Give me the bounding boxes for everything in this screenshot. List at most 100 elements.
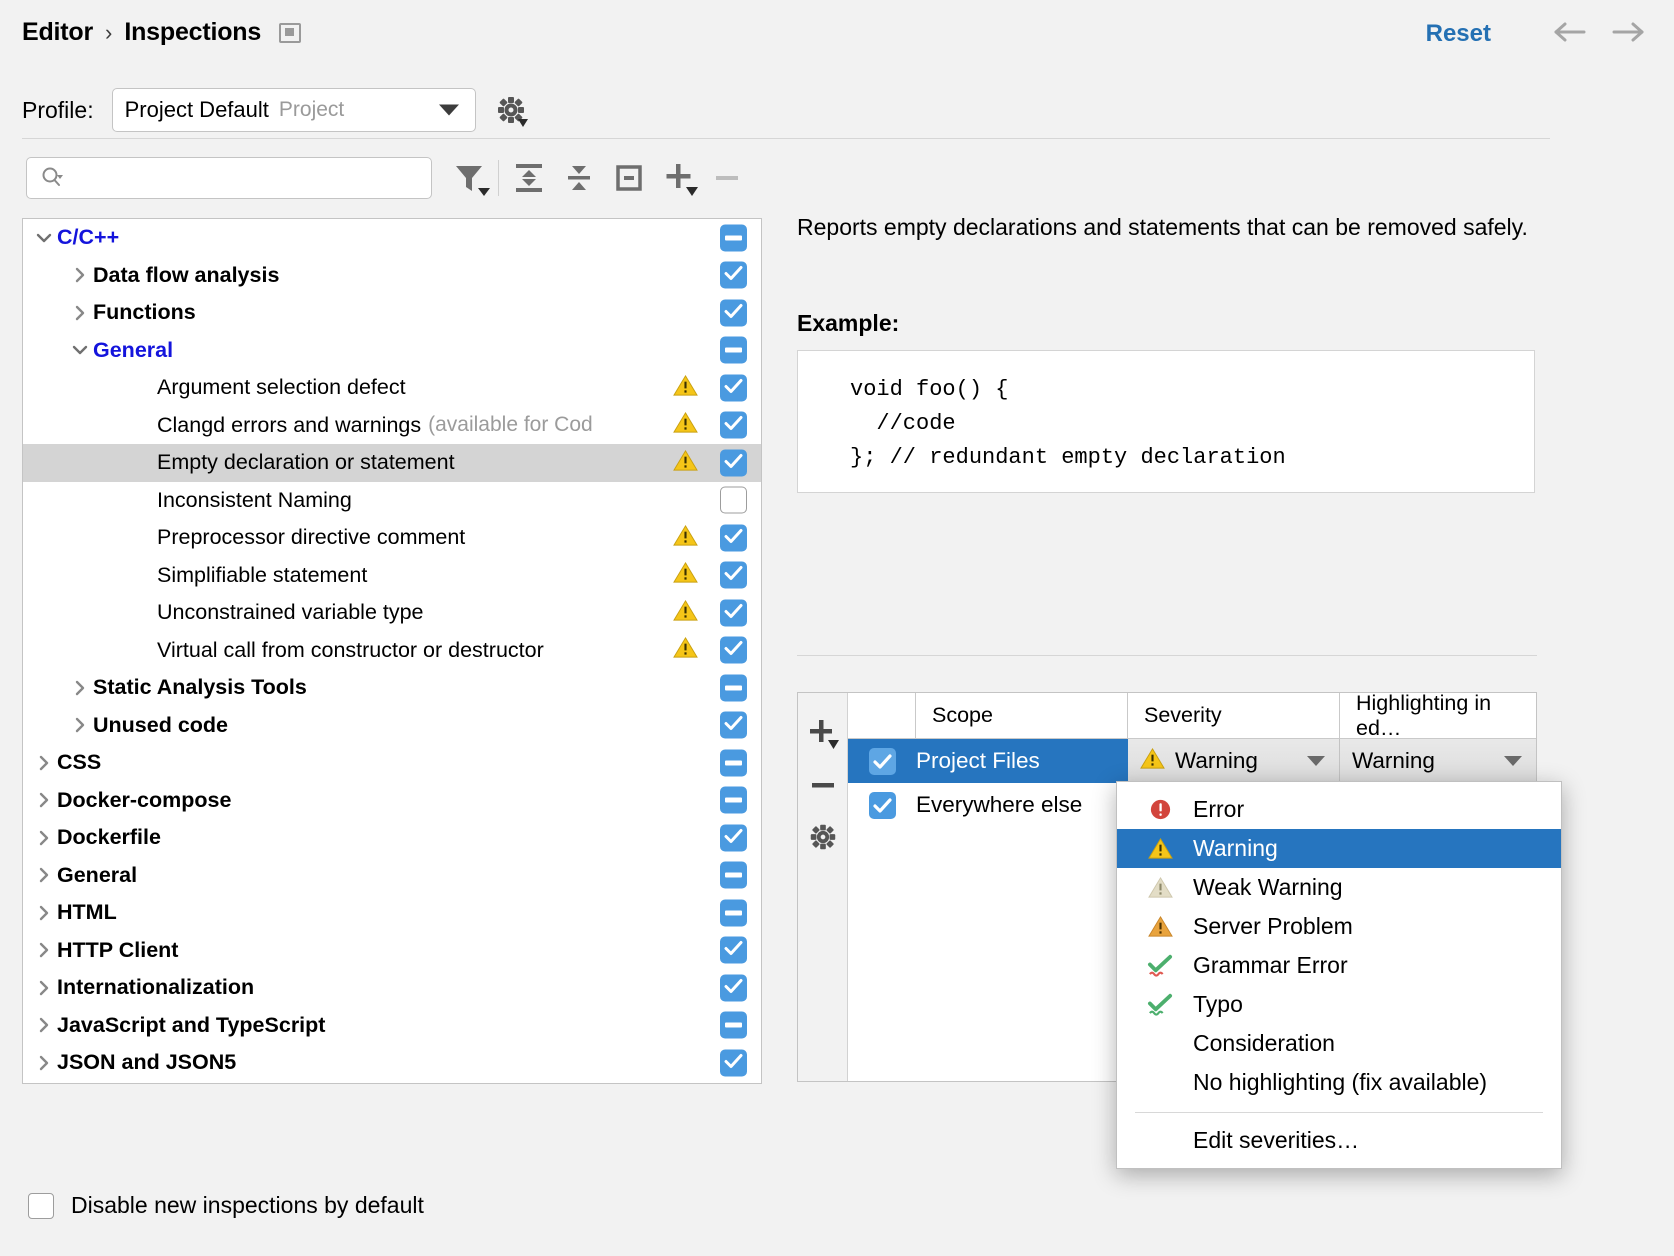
tree-row[interactable]: Simplifiable statement — [23, 557, 761, 595]
expand-selection-icon[interactable] — [612, 157, 646, 199]
arrow-left-icon[interactable] — [1552, 18, 1588, 46]
breadcrumb-editor[interactable]: Editor — [22, 18, 93, 47]
chevron-right-icon[interactable] — [67, 300, 93, 326]
checkbox-box[interactable] — [720, 974, 747, 1002]
checkbox-box[interactable] — [720, 224, 747, 252]
window-panel-icon[interactable] — [279, 22, 302, 43]
tree-row[interactable]: Dockerfile — [23, 819, 761, 857]
profile-combo[interactable]: Project Default Project — [111, 88, 476, 132]
table-row[interactable]: Project Files Warning Warning — [848, 739, 1536, 783]
severity-dropdown-menu[interactable]: Error Warning Weak Warning Server Problem Gr… — [1116, 781, 1562, 1169]
remove-scope-icon[interactable] — [798, 759, 848, 811]
tree-row[interactable]: General — [23, 857, 761, 895]
chevron-right-icon[interactable] — [31, 787, 57, 813]
checkbox-box[interactable] — [720, 411, 747, 439]
severity-menu-item[interactable]: Typo — [1117, 985, 1561, 1024]
severity-menu-item[interactable]: Consideration — [1117, 1024, 1561, 1063]
tree-row[interactable]: JSON and JSON5 — [23, 1044, 761, 1082]
checkbox-box[interactable] — [868, 747, 896, 775]
column-header-severity[interactable]: Severity — [1128, 693, 1340, 738]
scope-settings-gear-icon[interactable] — [798, 811, 848, 863]
severity-dropdown-project-files[interactable]: Warning — [1128, 739, 1340, 783]
severity-menu-item[interactable]: Error — [1117, 790, 1561, 829]
remove-icon[interactable] — [712, 157, 742, 199]
checkbox-box[interactable] — [720, 711, 747, 739]
tree-row[interactable]: C/C++ — [23, 219, 761, 257]
tree-row[interactable]: Docker-compose — [23, 782, 761, 820]
checkbox-box[interactable] — [720, 899, 747, 927]
checkbox-box[interactable] — [720, 636, 747, 664]
expand-all-icon[interactable] — [512, 157, 546, 199]
severity-menu-item[interactable]: Grammar Error — [1117, 946, 1561, 985]
tree-row[interactable]: Clangd errors and warnings (available for… — [23, 407, 761, 445]
arrow-right-icon[interactable] — [1610, 18, 1646, 46]
tree-row[interactable]: Preprocessor directive comment — [23, 519, 761, 557]
chevron-right-icon[interactable] — [67, 262, 93, 288]
collapse-all-icon[interactable] — [562, 157, 596, 199]
chevron-right-icon[interactable] — [31, 1012, 57, 1038]
tree-row[interactable]: Unused code — [23, 707, 761, 745]
tree-row[interactable]: Virtual call from constructor or destruc… — [23, 632, 761, 670]
tree-row[interactable]: Inconsistent Naming — [23, 482, 761, 520]
checkbox-box[interactable] — [720, 1049, 747, 1077]
chevron-right-icon[interactable] — [31, 1050, 57, 1076]
chevron-right-icon[interactable] — [31, 862, 57, 888]
chevron-right-icon[interactable] — [31, 900, 57, 926]
tree-row[interactable]: General — [23, 332, 761, 370]
tree-row[interactable]: Unconstrained variable type — [23, 594, 761, 632]
column-header-highlighting[interactable]: Highlighting in ed… — [1340, 691, 1536, 740]
checkbox-box[interactable] — [868, 791, 896, 819]
checkbox-box[interactable] — [720, 674, 747, 702]
checkbox-box[interactable] — [720, 936, 747, 964]
tree-row[interactable] — [23, 1082, 761, 1084]
checkbox-box[interactable] — [720, 861, 747, 889]
checkbox-box[interactable] — [720, 449, 747, 477]
checkbox-box[interactable] — [720, 749, 747, 777]
chevron-right-icon[interactable] — [31, 825, 57, 851]
checkbox-box[interactable] — [28, 1192, 54, 1219]
column-header-scope[interactable]: Scope — [916, 693, 1128, 738]
row-checkbox-project-files[interactable] — [848, 739, 916, 783]
add-icon[interactable] — [662, 157, 698, 199]
tree-row[interactable]: Static Analysis Tools — [23, 669, 761, 707]
chevron-right-icon[interactable] — [31, 750, 57, 776]
checkbox-box[interactable] — [720, 599, 747, 627]
tree-row[interactable]: Functions — [23, 294, 761, 332]
reset-button[interactable]: Reset — [1426, 20, 1491, 48]
severity-menu-item[interactable]: Warning — [1117, 829, 1561, 868]
checkbox-box[interactable] — [720, 561, 747, 589]
chevron-right-icon[interactable] — [67, 712, 93, 738]
tree-row[interactable]: JavaScript and TypeScript — [23, 1007, 761, 1045]
checkbox-box[interactable] — [720, 824, 747, 852]
checkbox-box[interactable] — [720, 261, 747, 289]
row-checkbox-everywhere-else[interactable] — [848, 783, 916, 827]
inspections-tree[interactable]: C/C++ Data flow analysis Functions General A… — [22, 218, 762, 1084]
chevron-down-icon[interactable] — [67, 337, 93, 363]
severity-menu-item[interactable]: Weak Warning — [1117, 868, 1561, 907]
highlighting-dropdown-project-files[interactable]: Warning — [1340, 739, 1536, 783]
filter-icon[interactable] — [452, 157, 490, 199]
tree-row[interactable]: CSS — [23, 744, 761, 782]
tree-row[interactable]: HTML — [23, 894, 761, 932]
gear-dropdown-icon[interactable] — [494, 93, 528, 127]
chevron-right-icon[interactable] — [67, 675, 93, 701]
checkbox-box[interactable] — [720, 299, 747, 327]
checkbox-box[interactable] — [720, 786, 747, 814]
severity-menu-item[interactable]: Server Problem — [1117, 907, 1561, 946]
chevron-down-icon[interactable] — [31, 225, 57, 251]
tree-row[interactable]: Internationalization — [23, 969, 761, 1007]
chevron-right-icon[interactable] — [31, 937, 57, 963]
checkbox-box[interactable] — [720, 374, 747, 402]
checkbox-box[interactable] — [720, 486, 747, 514]
breadcrumb-inspections[interactable]: Inspections — [124, 18, 261, 47]
tree-row[interactable]: HTTP Client — [23, 932, 761, 970]
tree-row[interactable]: Argument selection defect — [23, 369, 761, 407]
checkbox-box[interactable] — [720, 336, 747, 364]
severity-menu-item[interactable]: No highlighting (fix available) — [1117, 1063, 1561, 1102]
edit-severities-menu-item[interactable]: Edit severities… — [1117, 1121, 1561, 1160]
chevron-right-icon[interactable] — [31, 975, 57, 1001]
checkbox-box[interactable] — [720, 524, 747, 552]
disable-new-inspections-checkbox[interactable]: Disable new inspections by default — [28, 1192, 424, 1219]
tree-row[interactable]: Empty declaration or statement — [23, 444, 761, 482]
tree-row[interactable]: Data flow analysis — [23, 257, 761, 295]
